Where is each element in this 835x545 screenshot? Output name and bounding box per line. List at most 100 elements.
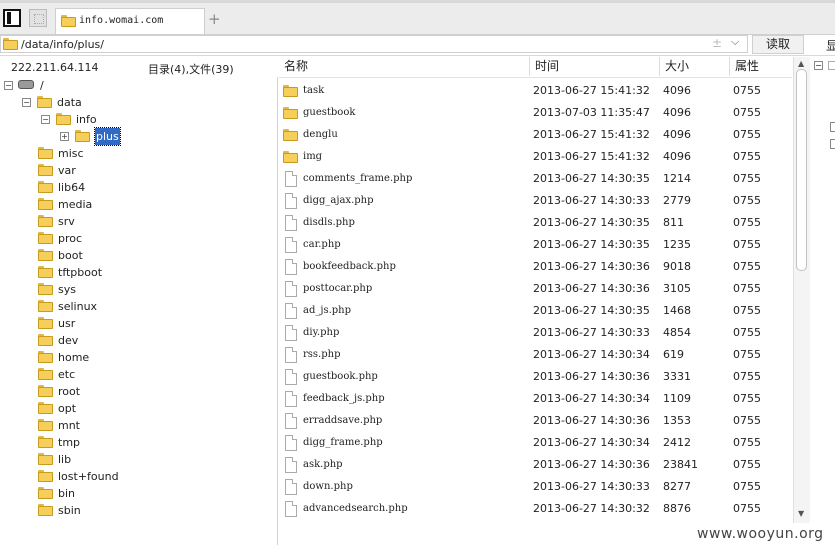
file-time: 2013-06-27 14:30:34 xyxy=(533,348,650,361)
file-row[interactable]: ad_js.php 2013-06-27 14:30:35 1468 0755 xyxy=(279,300,792,322)
file-row[interactable]: guestbook 2013-07-03 11:35:47 4096 0755 xyxy=(279,102,792,124)
file-row[interactable]: bookfeedback.php 2013-06-27 14:30:36 9018 0… xyxy=(279,256,792,278)
chevron-down-icon[interactable]: ⌵ xyxy=(731,35,739,49)
file-row[interactable]: denglu 2013-06-27 15:41:32 4096 0755 xyxy=(279,124,792,146)
file-name: posttocar.php xyxy=(303,283,373,294)
file-row[interactable]: down.php 2013-06-27 14:30:33 8277 0755 xyxy=(279,476,792,498)
folder-icon xyxy=(38,232,53,244)
collapse-icon[interactable]: − xyxy=(41,115,50,124)
collapse-icon[interactable]: − xyxy=(22,98,31,107)
folder-icon xyxy=(38,300,53,312)
file-row[interactable]: erraddsave.php 2013-06-27 14:30:36 1353 075… xyxy=(279,410,792,432)
collapse-icon[interactable]: − xyxy=(814,61,823,70)
file-row[interactable]: car.php 2013-06-27 14:30:35 1235 0755 xyxy=(279,234,792,256)
expand-icon[interactable]: + xyxy=(60,132,69,141)
file-icon xyxy=(285,369,297,385)
file-icon xyxy=(285,303,297,319)
tab-overview-icon[interactable] xyxy=(29,9,47,27)
folder-icon xyxy=(38,147,53,159)
file-name: diy.php xyxy=(303,327,340,338)
panel-checkbox[interactable] xyxy=(830,122,835,132)
file-time: 2013-06-27 14:30:34 xyxy=(533,392,650,405)
file-icon xyxy=(285,237,297,253)
watermark: www.wooyun.org xyxy=(697,526,824,542)
file-row[interactable]: rss.php 2013-06-27 14:30:34 619 0755 xyxy=(279,344,792,366)
file-time: 2013-06-27 14:30:36 xyxy=(533,282,650,295)
file-attr: 0755 xyxy=(733,172,761,185)
file-row[interactable]: posttocar.php 2013-06-27 14:30:36 3105 0755 xyxy=(279,278,792,300)
file-row[interactable]: task 2013-06-27 15:41:32 4096 0755 xyxy=(279,80,792,102)
scroll-down-icon[interactable]: ▼ xyxy=(798,509,804,518)
column-name[interactable]: 名称 xyxy=(279,57,530,76)
file-attr: 0755 xyxy=(733,458,761,471)
file-name: feedback_js.php xyxy=(303,393,385,404)
tree-item-label: opt xyxy=(58,402,77,415)
tree-item-label: mnt xyxy=(58,419,80,432)
file-attr: 0755 xyxy=(733,370,761,383)
file-name: digg_ajax.php xyxy=(303,195,374,206)
file-attr: 0755 xyxy=(733,194,761,207)
file-icon xyxy=(285,259,297,275)
file-attr: 0755 xyxy=(733,150,761,163)
column-size[interactable]: 大小 xyxy=(660,57,730,76)
read-button[interactable]: 读取 xyxy=(752,35,804,54)
tree-item-label: misc xyxy=(58,147,84,160)
file-row[interactable]: img 2013-06-27 15:41:32 4096 0755 xyxy=(279,146,792,168)
file-icon xyxy=(285,215,297,231)
file-attr: 0755 xyxy=(733,414,761,427)
file-time: 2013-06-27 14:30:33 xyxy=(533,480,650,493)
tree-item-label: lib xyxy=(58,453,72,466)
file-size: 4096 xyxy=(663,84,691,97)
file-size: 1468 xyxy=(663,304,691,317)
folder-icon xyxy=(38,249,53,261)
file-icon xyxy=(285,281,297,297)
file-name: img xyxy=(303,151,323,162)
file-size: 23841 xyxy=(663,458,698,471)
file-attr: 0755 xyxy=(733,392,761,405)
file-size: 1235 xyxy=(663,238,691,251)
folder-icon xyxy=(283,129,298,141)
panel-checkbox[interactable] xyxy=(830,139,835,149)
file-time: 2013-06-27 15:41:32 xyxy=(533,150,650,163)
folder-icon xyxy=(38,317,53,329)
column-time[interactable]: 时间 xyxy=(530,57,660,76)
file-row[interactable]: ask.php 2013-06-27 14:30:36 23841 0755 xyxy=(279,454,792,476)
file-row[interactable]: digg_frame.php 2013-06-27 14:30:34 2412 075… xyxy=(279,432,792,454)
file-icon xyxy=(285,435,297,451)
file-row[interactable]: disdls.php 2013-06-27 14:30:35 811 0755 xyxy=(279,212,792,234)
scroll-up-icon[interactable]: ▲ xyxy=(798,59,804,68)
file-icon xyxy=(285,325,297,341)
file-row[interactable]: advancedsearch.php 2013-06-27 14:30:32 887… xyxy=(279,498,792,520)
overflow-button[interactable]: 显 xyxy=(826,37,835,54)
file-row[interactable]: comments_frame.php 2013-06-27 14:30:35 121… xyxy=(279,168,792,190)
folder-icon xyxy=(38,283,53,295)
scrollbar-thumb[interactable] xyxy=(796,69,807,271)
file-size: 3331 xyxy=(663,370,691,383)
file-row[interactable]: diy.php 2013-06-27 14:30:33 4854 0755 xyxy=(279,322,792,344)
folder-icon xyxy=(56,113,71,125)
path-input[interactable] xyxy=(0,35,748,53)
right-panel: − xyxy=(810,57,835,537)
collapse-icon[interactable]: − xyxy=(4,81,13,90)
sidebar-toggle-icon[interactable] xyxy=(3,9,21,27)
file-name: erraddsave.php xyxy=(303,415,383,426)
tree-item-label: home xyxy=(58,351,90,364)
file-row[interactable]: digg_ajax.php 2013-06-27 14:30:33 2779 0755 xyxy=(279,190,792,212)
file-icon xyxy=(285,413,297,429)
file-row[interactable]: guestbook.php 2013-06-27 14:30:36 3331 0755 xyxy=(279,366,792,388)
browser-tab[interactable]: info.womai.com xyxy=(55,8,205,34)
folder-icon xyxy=(38,334,53,346)
file-attr: 0755 xyxy=(733,304,761,317)
new-tab-button[interactable]: + xyxy=(208,10,221,28)
favorite-icon[interactable]: ± xyxy=(712,36,722,50)
file-size: 1109 xyxy=(663,392,691,405)
folder-icon xyxy=(38,368,53,380)
vertical-scrollbar[interactable]: ▲ ▼ xyxy=(793,57,810,523)
folder-icon xyxy=(38,164,53,176)
file-icon xyxy=(285,501,297,517)
column-attr[interactable]: 属性 xyxy=(730,57,792,76)
file-time: 2013-07-03 11:35:47 xyxy=(533,106,650,119)
file-row[interactable]: feedback_js.php 2013-06-27 14:30:34 1109 07… xyxy=(279,388,792,410)
path-text: /data/info/plus/ xyxy=(21,38,104,51)
tree-item-label: proc xyxy=(58,232,83,245)
